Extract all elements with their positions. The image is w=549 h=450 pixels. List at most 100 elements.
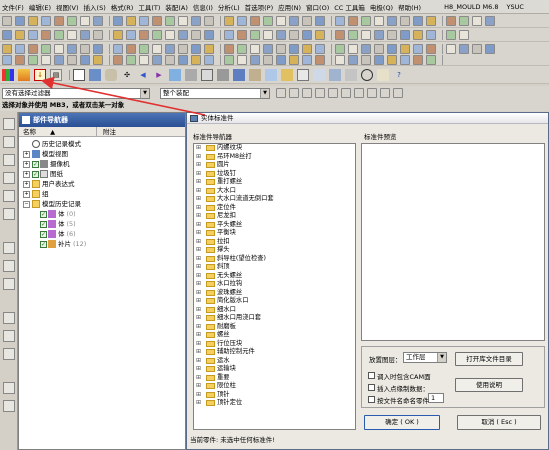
measure-tab-icon[interactable] [3, 382, 15, 394]
section-icon[interactable] [361, 54, 371, 65]
expand-icon[interactable]: ⊞ [196, 144, 203, 153]
std-part-folder[interactable]: ⊞ 限位柱 [194, 382, 355, 391]
snap-tangent-icon[interactable] [393, 88, 403, 98]
expand-icon[interactable]: ⊞ [196, 323, 203, 332]
palette-icon[interactable] [18, 68, 30, 81]
blend-icon[interactable] [250, 15, 260, 26]
grid-icon[interactable] [374, 54, 384, 65]
checkmark-icon[interactable]: ✓ [40, 240, 47, 248]
expand-icon[interactable]: + [23, 180, 30, 188]
std-part-folder[interactable]: ⊞ 行位压块 [194, 340, 355, 349]
trim-icon[interactable] [374, 15, 384, 26]
std-part-folder[interactable]: ⊞ 撑头 [194, 246, 355, 255]
chamfer-icon[interactable] [224, 29, 234, 40]
sheet-icon[interactable] [313, 68, 325, 81]
include-cam-checkbox[interactable] [368, 372, 375, 379]
fit-icon[interactable] [80, 29, 90, 40]
std-part-folder[interactable]: ⊞ 平衡块 [194, 229, 355, 238]
std-part-folder[interactable]: ⊞ 平头螺丝 [194, 221, 355, 230]
grid-icon[interactable] [413, 43, 423, 54]
history-tab-icon[interactable] [3, 190, 15, 202]
menu-edit[interactable]: 编辑(E) [29, 2, 51, 12]
grid-icon[interactable] [446, 29, 456, 40]
blend-icon[interactable] [377, 68, 389, 81]
checkmark-icon[interactable]: ✓ [40, 230, 47, 238]
doc-icon[interactable] [2, 15, 12, 26]
blend-icon[interactable] [139, 54, 149, 65]
shell-icon[interactable] [315, 29, 325, 40]
rotate-icon[interactable] [54, 43, 64, 54]
groove-icon[interactable] [289, 29, 299, 40]
std-part-folder[interactable]: ⊞ 定位件 [194, 204, 355, 213]
std-part-folder[interactable]: ⊞ 顶针定位 [194, 399, 355, 408]
expand-icon[interactable]: ⊞ [196, 289, 203, 298]
draft-icon[interactable] [289, 43, 299, 54]
insert-count-checkbox[interactable] [368, 384, 375, 391]
std-part-folder[interactable]: ⊞ 水口拉钩 [194, 280, 355, 289]
std-part-folder[interactable]: ⊞ 大水口流道无倒口套 [194, 195, 355, 204]
doc-icon[interactable] [426, 43, 436, 54]
arrow-right-icon[interactable]: ▶ [153, 69, 165, 81]
doc-icon[interactable] [387, 54, 397, 65]
chamfer-icon[interactable] [263, 15, 273, 26]
fit-icon[interactable] [2, 54, 12, 65]
pocket-icon[interactable] [302, 15, 312, 26]
split-icon[interactable] [348, 29, 358, 40]
pattern-icon[interactable] [345, 68, 357, 81]
zoom-icon[interactable] [28, 43, 38, 54]
hole-icon[interactable] [237, 29, 247, 40]
copy-icon[interactable] [15, 29, 25, 40]
move-icon[interactable] [413, 29, 423, 40]
split-icon[interactable] [315, 43, 325, 54]
split-icon[interactable] [276, 54, 286, 65]
expand-icon[interactable]: + [23, 190, 30, 198]
paste-icon[interactable] [67, 15, 77, 26]
pocket-icon[interactable] [191, 54, 201, 65]
analysis-tab-icon[interactable] [3, 348, 15, 360]
move-icon[interactable]: ✣ [121, 69, 133, 81]
revolve-icon[interactable] [191, 29, 201, 40]
chamfer-icon[interactable] [191, 43, 201, 54]
layer-icon[interactable] [67, 54, 77, 65]
menu-insert[interactable]: 插入(S) [84, 2, 106, 12]
view-icon[interactable] [191, 15, 201, 26]
sew-icon[interactable] [400, 15, 410, 26]
section-icon[interactable] [400, 43, 410, 54]
snap-face-icon[interactable] [380, 88, 390, 98]
menu-electrode[interactable]: 电极(Q) [370, 2, 393, 12]
help-icon[interactable]: ? [393, 69, 405, 81]
surface-icon[interactable] [169, 68, 181, 81]
chevron-down-icon[interactable]: ▼ [140, 88, 149, 98]
cut-icon[interactable] [459, 43, 469, 54]
checkmark-icon[interactable]: ✓ [40, 220, 47, 228]
save-icon[interactable] [446, 43, 456, 54]
grid-icon[interactable] [485, 15, 495, 26]
chevron-down-icon[interactable]: ▼ [437, 353, 446, 362]
extrude-icon[interactable] [139, 43, 149, 54]
std-part-folder[interactable]: ⊞ 大水口 [194, 187, 355, 196]
menu-assembly[interactable]: 装配(A) [165, 2, 188, 12]
thicken-icon[interactable] [263, 43, 273, 54]
view-icon[interactable] [113, 43, 123, 54]
doc-icon[interactable] [459, 29, 469, 40]
tree-row-body-5[interactable]: ✓ 体 (5) [23, 219, 185, 229]
menu-info[interactable]: 信息(I) [193, 2, 213, 12]
std-part-folder[interactable]: ⊞ 运输块 [194, 365, 355, 374]
snap-intersect-icon[interactable] [354, 88, 364, 98]
expand-icon[interactable]: ⊞ [196, 374, 203, 383]
sew-icon[interactable] [289, 54, 299, 65]
view-icon[interactable] [152, 29, 162, 40]
trim-icon[interactable] [201, 68, 213, 81]
menu-format[interactable]: 格式(R) [111, 2, 134, 12]
boss-icon[interactable] [178, 54, 188, 65]
snap-icon[interactable] [276, 88, 286, 98]
measure-icon[interactable] [426, 29, 436, 40]
shade-icon[interactable] [152, 15, 162, 26]
cancel-button[interactable]: 取消 ( Esc ) [457, 415, 541, 430]
slot-icon[interactable] [276, 29, 286, 40]
patch-icon[interactable] [302, 54, 312, 65]
measure-icon[interactable] [459, 15, 469, 26]
mirror-icon[interactable] [426, 15, 436, 26]
database-icon[interactable]: ▤ [50, 68, 62, 81]
groove-icon[interactable] [250, 43, 260, 54]
